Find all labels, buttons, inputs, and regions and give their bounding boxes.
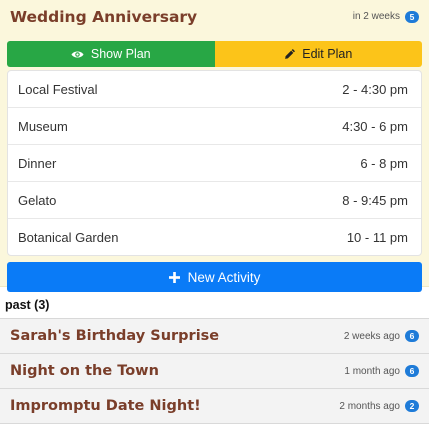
past-date-meta: 1 month ago 6	[344, 365, 419, 377]
activity-name: Botanical Garden	[18, 229, 119, 245]
past-date-item[interactable]: Night on the Town 1 month ago 6	[0, 354, 429, 389]
activity-row[interactable]: Local Festival 2 - 4:30 pm	[8, 71, 421, 108]
past-date-meta: 2 months ago 2	[339, 400, 419, 412]
activity-count-badge: 6	[405, 330, 419, 342]
activity-name: Dinner	[18, 155, 57, 171]
activity-count-badge: 5	[405, 10, 419, 23]
edit-plan-label: Edit Plan	[302, 47, 353, 61]
activity-name: Local Festival	[18, 81, 98, 97]
activity-time: 2 - 4:30 pm	[342, 81, 408, 97]
activity-count-badge: 2	[405, 400, 419, 412]
plan-button-row: Show Plan Edit Plan	[7, 41, 422, 67]
relative-time: 2 weeks ago	[343, 330, 400, 342]
date-meta: in 2 weeks 5	[352, 10, 419, 23]
activity-row[interactable]: Botanical Garden 10 - 11 pm	[8, 219, 421, 255]
activity-count-badge: 6	[405, 365, 419, 377]
activity-row[interactable]: Gelato 8 - 9:45 pm	[8, 182, 421, 219]
eye-icon	[71, 50, 84, 59]
past-date-item[interactable]: Impromptu Date Night! 2 months ago 2	[0, 389, 429, 424]
relative-time: in 2 weeks	[352, 11, 400, 22]
activity-name: Gelato	[18, 192, 57, 208]
activity-list: Local Festival 2 - 4:30 pm Museum 4:30 -…	[7, 70, 422, 256]
activity-name: Museum	[18, 118, 68, 134]
activity-time: 4:30 - 6 pm	[342, 118, 408, 134]
card-header[interactable]: Wedding Anniversary in 2 weeks 5	[7, 0, 422, 33]
activity-time: 8 - 9:45 pm	[342, 192, 408, 208]
activity-time: 10 - 11 pm	[346, 229, 408, 245]
activity-time: 6 - 8 pm	[360, 155, 408, 171]
current-date-card: Wedding Anniversary in 2 weeks 5 Show Pl…	[0, 0, 429, 292]
activity-row[interactable]: Museum 4:30 - 6 pm	[8, 108, 421, 145]
past-date-title: Sarah's Birthday Surprise	[10, 328, 220, 344]
date-title[interactable]: Wedding Anniversary	[10, 8, 197, 26]
past-date-item[interactable]: Sarah's Birthday Surprise 2 weeks ago 6	[0, 319, 429, 354]
edit-plan-button[interactable]: Edit Plan	[214, 41, 422, 67]
show-plan-button[interactable]: Show Plan	[7, 41, 215, 67]
show-plan-label: Show Plan	[90, 47, 151, 61]
plus-icon	[168, 271, 180, 283]
pencil-icon	[284, 48, 296, 60]
past-date-title: Night on the Town	[10, 363, 159, 379]
new-activity-label: New Activity	[187, 269, 261, 285]
past-date-title: Impromptu Date Night!	[10, 398, 201, 414]
relative-time: 2 months ago	[339, 400, 400, 412]
past-date-meta: 2 weeks ago 6	[344, 330, 419, 342]
activity-row[interactable]: Dinner 6 - 8 pm	[8, 145, 421, 182]
relative-time: 1 month ago	[344, 365, 400, 377]
